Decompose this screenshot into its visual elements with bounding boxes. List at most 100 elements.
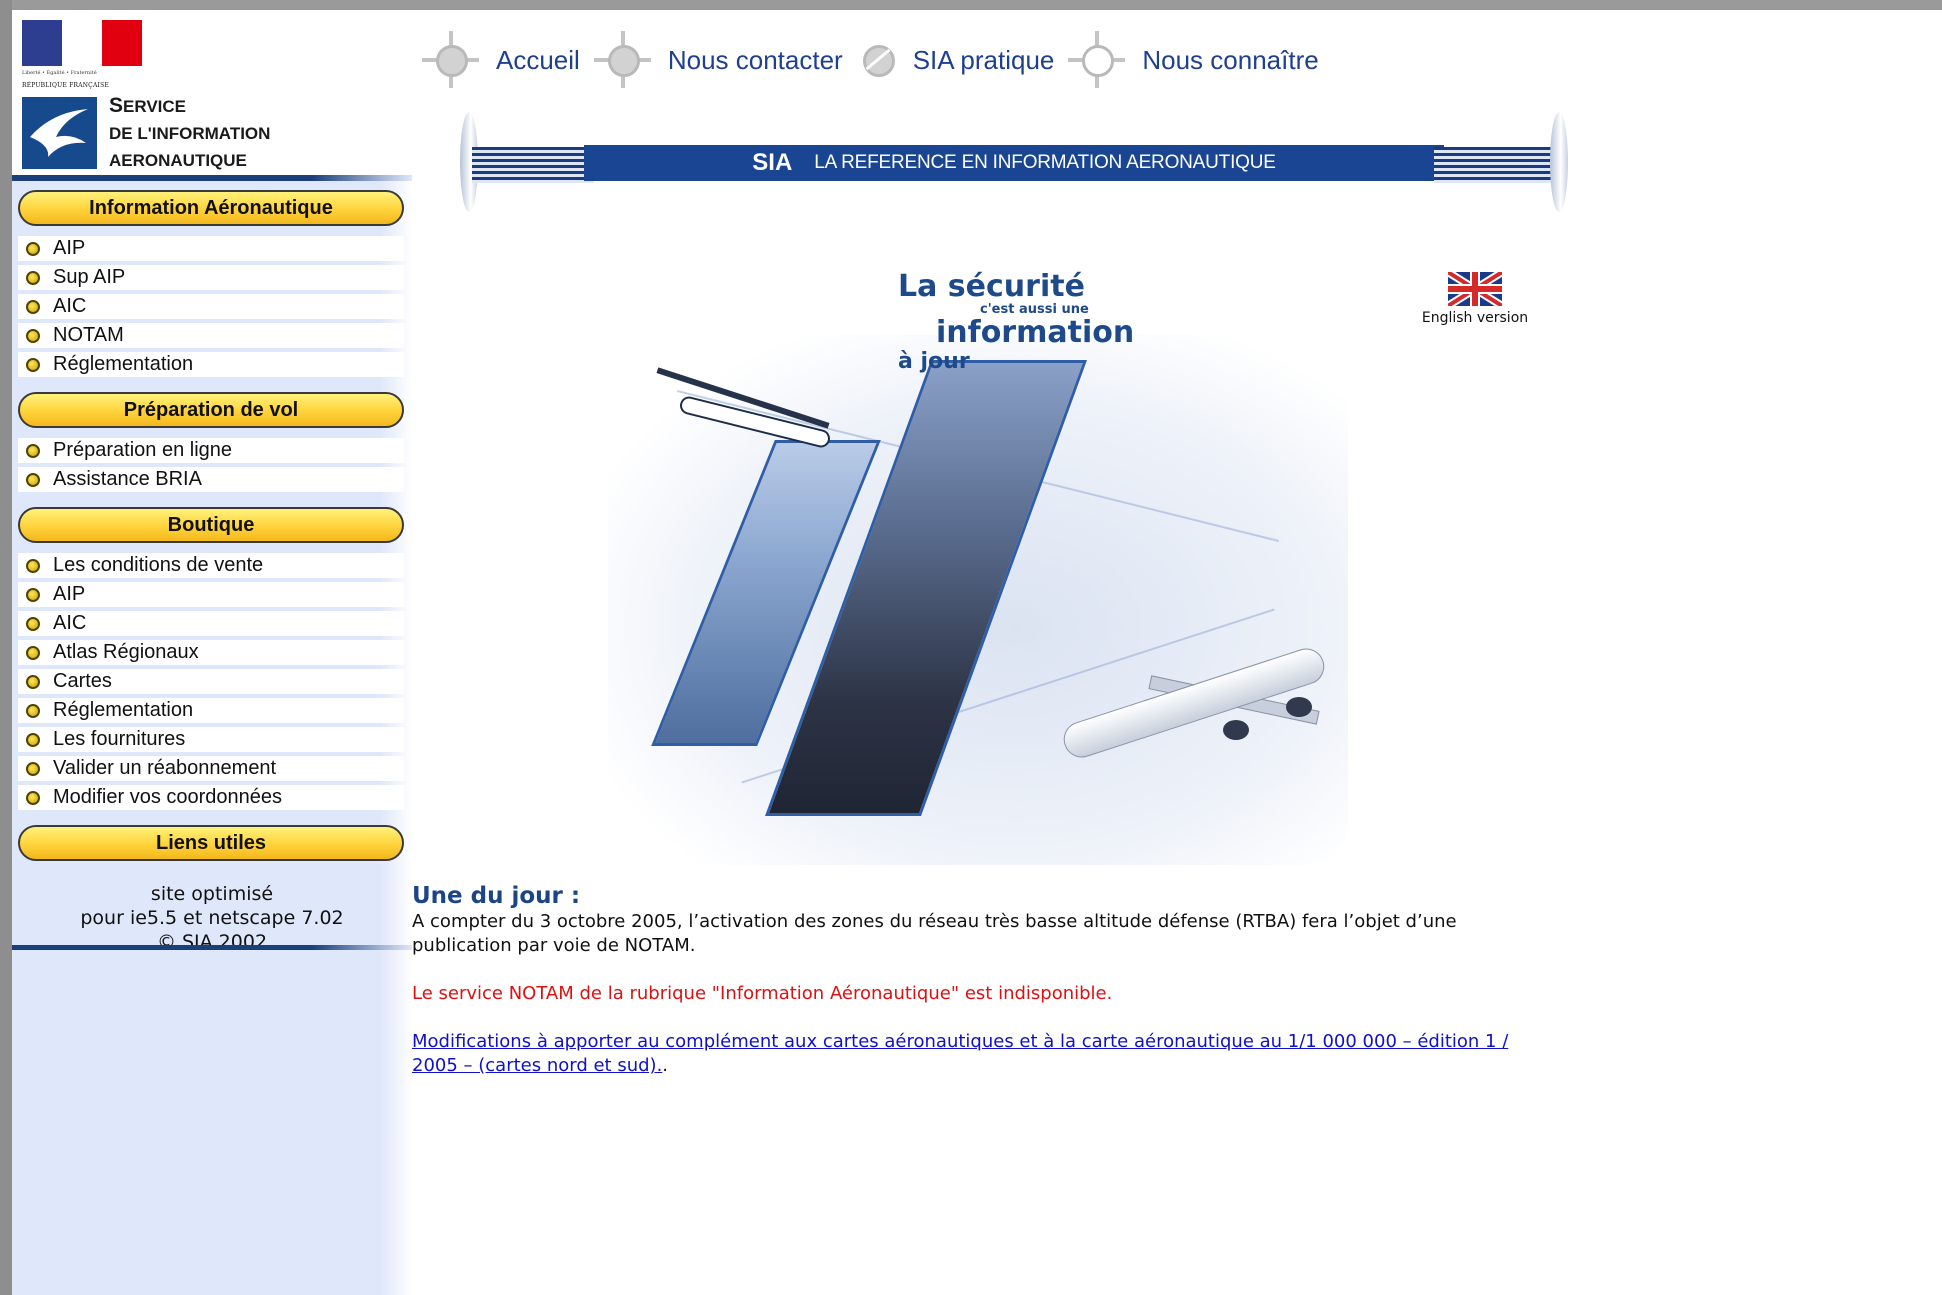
sidebar-item-label: AIC — [53, 295, 87, 317]
republic-name: RÉPUBLIQUE FRANÇAISE — [22, 82, 109, 89]
sidebar: Liberté • Égalité • Fraternité RÉPUBLIQU… — [12, 10, 412, 1295]
sidebar-item-reabonnement[interactable]: Valider un réabonnement — [18, 756, 404, 781]
service-title: SERVICE DE L'INFORMATION AERONAUTIQUE — [109, 92, 270, 174]
top-navigation: Accueil Nous contacter SIA pratique Nous… — [422, 30, 1333, 90]
bullet-icon — [26, 328, 40, 343]
hero-image: La sécurité c'est aussi une information … — [608, 265, 1348, 865]
modifications-link[interactable]: Modifications à apporter au complément a… — [412, 1031, 1508, 1076]
bullet-icon — [26, 472, 40, 487]
bullet-icon — [26, 732, 40, 747]
link-suffix: . — [662, 1055, 669, 1076]
uk-flag-icon — [1448, 272, 1502, 306]
sidebar-item-coordonnees[interactable]: Modifier vos coordonnées — [18, 785, 404, 810]
french-flag-icon — [22, 20, 142, 66]
sidebar-item-label: AIP — [53, 237, 86, 259]
nav-nous-contacter[interactable]: Nous contacter — [593, 31, 843, 89]
bullet-icon — [26, 703, 40, 718]
small-plane-icon — [648, 367, 838, 450]
sidebar-item-aip[interactable]: AIP — [18, 236, 404, 261]
sidebar-item-notam[interactable]: NOTAM — [18, 323, 404, 348]
sidebar-item-boutique-aic[interactable]: AIC — [18, 611, 404, 636]
section-boutique[interactable]: Boutique — [18, 507, 404, 543]
slogan-line3: information — [936, 315, 1135, 350]
sia-banner: SIA LA REFERENCE EN INFORMATION AERONAUT… — [460, 112, 1568, 212]
sidebar-item-label: Réglementation — [53, 699, 194, 721]
compass-icon — [593, 31, 652, 89]
news-link-paragraph: Modifications à apporter au complément a… — [412, 1030, 1552, 1078]
english-version-link[interactable]: English version — [1405, 272, 1545, 326]
service-title-line2: DE L'INFORMATION — [109, 124, 271, 143]
banner-tagline: LA REFERENCE EN INFORMATION AERONAUTIQUE — [814, 152, 1276, 173]
sidebar-item-preparation-en-ligne[interactable]: Préparation en ligne — [18, 438, 404, 463]
sidebar-divider — [12, 175, 412, 181]
sidebar-item-cartes[interactable]: Cartes — [18, 669, 404, 694]
sidebar-item-boutique-aip[interactable]: AIP — [18, 582, 404, 607]
sidebar-item-conditions-de-vente[interactable]: Les conditions de vente — [18, 553, 404, 578]
sidebar-header: Liberté • Égalité • Fraternité RÉPUBLIQU… — [12, 10, 412, 180]
news-paragraph: A compter du 3 octobre 2005, l’activatio… — [412, 911, 1457, 956]
footer-line-browsers: pour ie5.5 et netscape 7.02 — [80, 907, 344, 929]
sidebar-item-aic[interactable]: AIC — [18, 294, 404, 319]
service-title-line1: ERVICE — [123, 97, 187, 116]
sidebar-item-atlas-regionaux[interactable]: Atlas Régionaux — [18, 640, 404, 665]
footer-line-optimise: site optimisé — [150, 883, 274, 905]
banner-acronym: SIA — [752, 149, 793, 176]
sidebar-item-assistance-bria[interactable]: Assistance BRIA — [18, 467, 404, 492]
nav-accueil[interactable]: Accueil — [422, 31, 580, 89]
sidebar-item-label: Valider un réabonnement — [53, 757, 277, 779]
sidebar-item-label: Les fournitures — [53, 728, 186, 750]
airliner-icon — [1038, 635, 1348, 765]
bullet-icon — [26, 357, 40, 372]
sidebar-item-label: Modifier vos coordonnées — [53, 786, 283, 808]
section-liens-utiles[interactable]: Liens utiles — [18, 825, 404, 861]
news-section: Une du jour : A compter du 3 octobre 200… — [412, 882, 1552, 1078]
bullet-icon — [26, 761, 40, 776]
bullet-icon — [26, 299, 40, 314]
window-frame-top — [0, 0, 1942, 10]
nav-label: SIA pratique — [912, 44, 1055, 75]
sidebar-item-label: Préparation en ligne — [53, 439, 233, 461]
sidebar-item-sup-aip[interactable]: Sup AIP — [18, 265, 404, 290]
service-title-initial: S — [109, 94, 124, 117]
window-frame-left — [0, 0, 12, 1295]
footer-line-copyright: © SIA 2002 — [156, 931, 268, 953]
sia-bird-logo — [22, 97, 97, 169]
sidebar-item-label: Sup AIP — [53, 266, 126, 288]
bullet-icon — [26, 241, 40, 256]
sidebar-item-label: Atlas Régionaux — [53, 641, 199, 663]
bullet-icon — [26, 645, 40, 660]
service-title-line3: AERONAUTIQUE — [109, 151, 247, 170]
nav-label: Accueil — [496, 44, 580, 75]
news-heading: Une du jour : — [412, 883, 581, 909]
section-information-aeronautique[interactable]: Information Aéronautique — [18, 190, 404, 226]
hero-slogan: La sécurité c'est aussi une information … — [898, 271, 1158, 375]
bullet-icon — [26, 674, 40, 689]
bullet-icon — [26, 558, 40, 573]
compass-icon — [422, 31, 480, 89]
sidebar-item-label: AIC — [53, 612, 87, 634]
sidebar-item-reglementation[interactable]: Réglementation — [18, 352, 404, 377]
bullet-icon — [26, 443, 40, 458]
english-version-label: English version — [1421, 310, 1529, 326]
sidebar-item-label: Réglementation — [53, 353, 194, 375]
nav-label: Nous contacter — [667, 44, 843, 75]
bullet-icon — [26, 616, 40, 631]
section-preparation-de-vol[interactable]: Préparation de vol — [18, 392, 404, 428]
sidebar-item-label: Assistance BRIA — [53, 468, 202, 490]
nav-sia-pratique[interactable]: SIA pratique — [857, 31, 1055, 89]
sidebar-footer: site optimisé pour ie5.5 et netscape 7.0… — [12, 882, 412, 954]
marianne-logo: Liberté • Égalité • Fraternité RÉPUBLIQU… — [22, 20, 142, 95]
sidebar-item-label: Les conditions de vente — [53, 554, 264, 576]
sidebar-item-boutique-reglementation[interactable]: Réglementation — [18, 698, 404, 723]
bullet-icon — [26, 790, 40, 805]
bullet-icon — [26, 270, 40, 285]
sidebar-divider-bottom — [12, 945, 412, 950]
slogan-line1: La sécurité — [898, 269, 1085, 304]
republic-motto: Liberté • Égalité • Fraternité — [22, 70, 97, 76]
slogan-line4: à jour — [898, 349, 970, 374]
compass-icon — [1068, 31, 1126, 89]
sidebar-item-label: AIP — [53, 583, 86, 605]
nav-nous-connaitre[interactable]: Nous connaître — [1068, 31, 1319, 89]
circle-slash-icon — [857, 31, 901, 89]
sidebar-item-fournitures[interactable]: Les fournitures — [18, 727, 404, 752]
